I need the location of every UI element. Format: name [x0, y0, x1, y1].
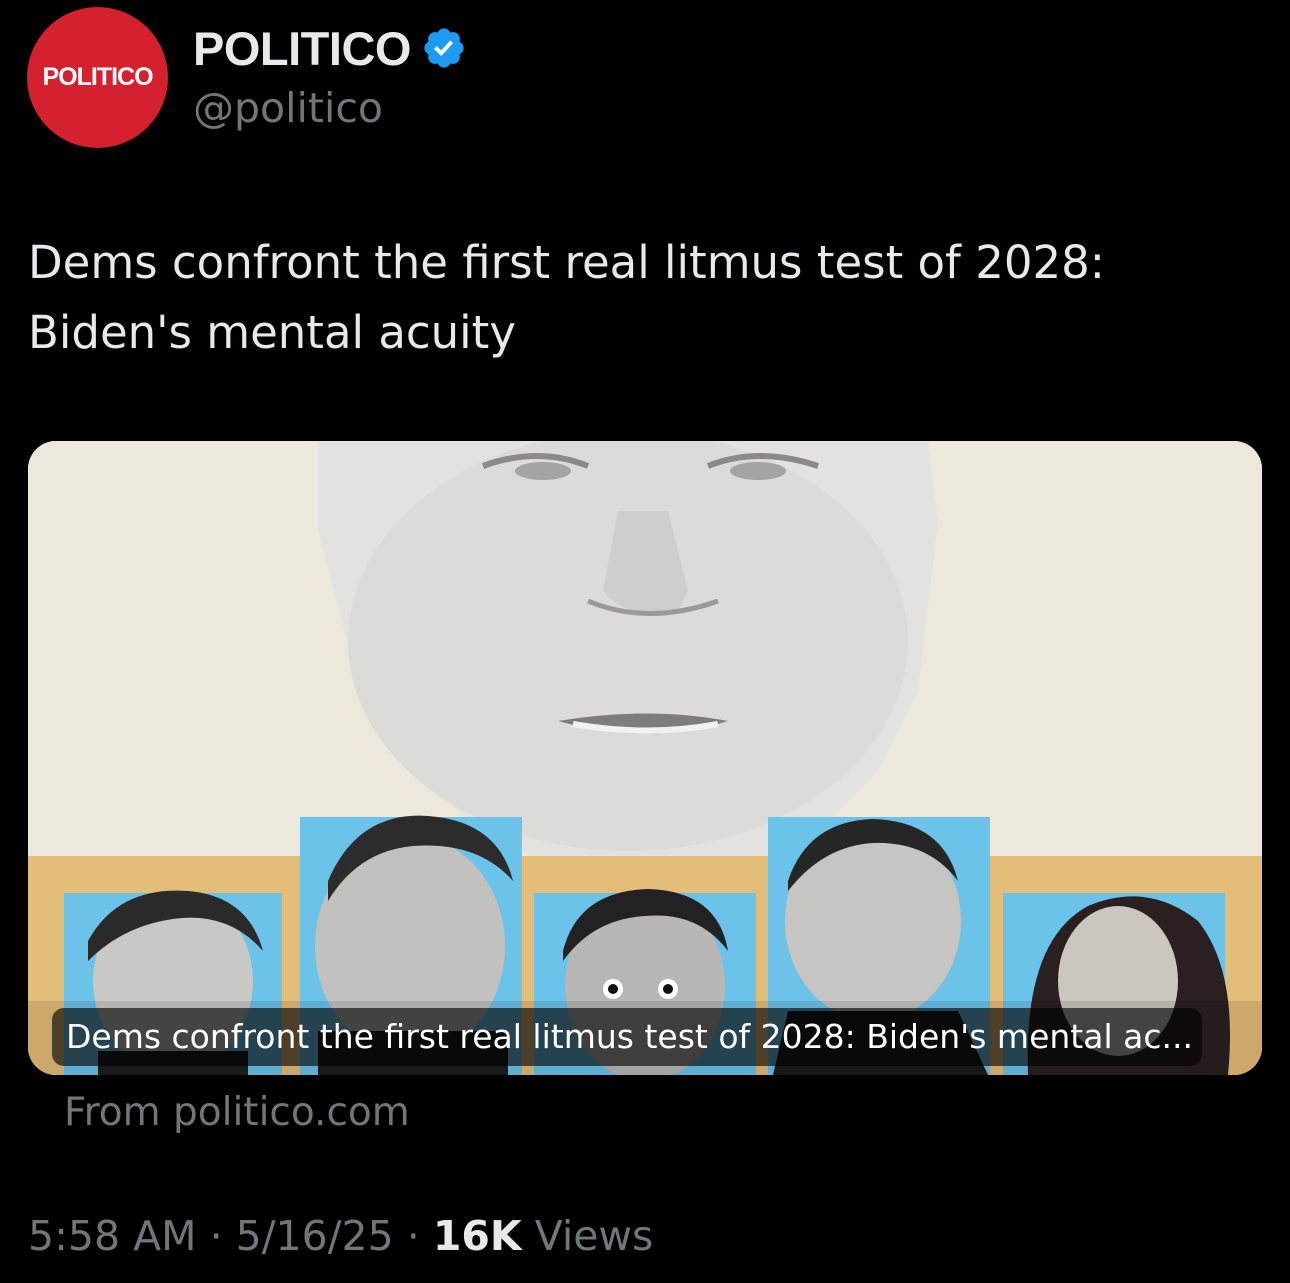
avatar[interactable]: POLITICO	[27, 7, 168, 148]
display-name-row[interactable]: POLITICO	[193, 20, 467, 76]
display-name: POLITICO	[193, 21, 411, 75]
meta-separator: ·	[196, 1212, 236, 1260]
tweet-meta: 5:58 AM · 5/16/25 · 16K Views	[28, 1212, 653, 1260]
verified-badge-icon	[424, 28, 464, 68]
link-card-title: Dems confront the first real litmus test…	[52, 1008, 1202, 1066]
views-label: Views	[534, 1212, 654, 1260]
views-count: 16K	[432, 1212, 522, 1260]
link-card[interactable]: Dems confront the first real litmus test…	[28, 441, 1262, 1075]
article-image	[28, 441, 1262, 1075]
avatar-logo-text: POLITICO	[42, 63, 153, 91]
link-source[interactable]: From politico.com	[64, 1090, 410, 1135]
meta-separator: ·	[393, 1212, 433, 1260]
tweet-time[interactable]: 5:58 AM	[28, 1212, 197, 1260]
tweet-text: Dems confront the first real litmus test…	[28, 236, 1105, 359]
tweet-date[interactable]: 5/16/25	[236, 1212, 394, 1260]
user-handle[interactable]: @politico	[193, 84, 383, 132]
